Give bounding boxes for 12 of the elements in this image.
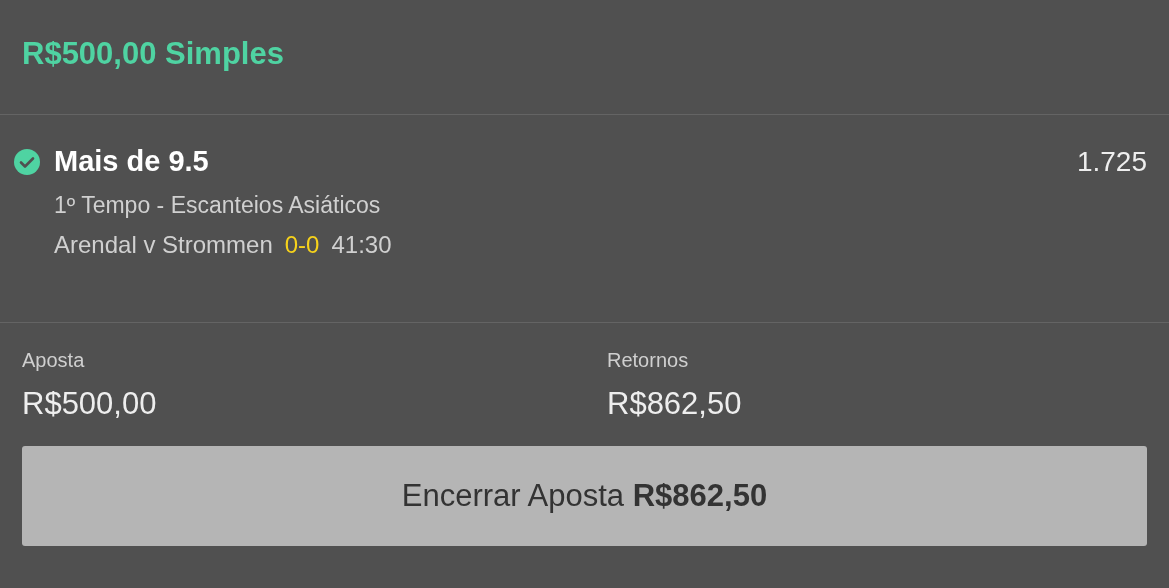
- odds: 1.725: [1076, 145, 1147, 178]
- market-name: 1º Tempo - Escanteios Asiáticos: [54, 192, 382, 219]
- match-name: Arendal v Strommen: [54, 231, 273, 259]
- summary-value: R$862,50: [607, 386, 743, 422]
- summary-value: R$500,00: [22, 386, 158, 422]
- bet-title: R$500,00 Simples: [22, 36, 284, 71]
- cashout-button[interactable]: Encerrar Aposta R$862,50: [22, 446, 1147, 546]
- match-clock: 41:30: [331, 231, 392, 259]
- selection-name: Mais de 9.5: [54, 145, 210, 178]
- summary-label: Retornos: [607, 349, 690, 372]
- summary-label: Aposta: [22, 349, 86, 372]
- score: 0-0: [284, 231, 320, 259]
